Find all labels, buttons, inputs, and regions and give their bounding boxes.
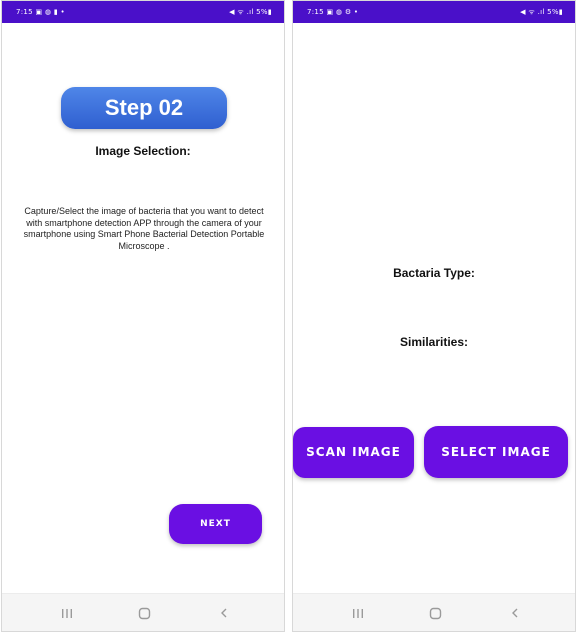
status-clock: 7:15 bbox=[307, 8, 324, 16]
instructions-text: Capture/Select the image of bacteria tha… bbox=[23, 206, 265, 251]
select-image-button[interactable]: SELECT IMAGE bbox=[424, 426, 568, 478]
scan-image-button[interactable]: SCAN IMAGE bbox=[293, 427, 414, 478]
navigation-bar bbox=[293, 593, 575, 631]
section-title: Image Selection: bbox=[95, 144, 191, 158]
home-icon[interactable] bbox=[134, 605, 154, 621]
notification-icons: ▣ ◍ ▮ • bbox=[35, 8, 65, 16]
status-bar: 7:15 ▣ ◍ ⚙ • ◀ ᯤ .ıl 5%▮ bbox=[293, 1, 575, 23]
back-icon[interactable] bbox=[214, 605, 234, 621]
system-status-icons: ◀ ᯤ .ıl 5%▮ bbox=[520, 8, 563, 16]
home-icon[interactable] bbox=[425, 605, 445, 621]
bacteria-type-label: Bactaria Type: bbox=[393, 266, 475, 280]
navigation-bar bbox=[2, 593, 284, 631]
phone-screen-scan: 7:15 ▣ ◍ ⚙ • ◀ ᯤ .ıl 5%▮ Bactaria Type: … bbox=[292, 0, 576, 632]
step-badge: Step 02 bbox=[61, 87, 227, 129]
back-icon[interactable] bbox=[505, 605, 525, 621]
recents-icon[interactable] bbox=[57, 605, 77, 621]
status-bar: 7:15 ▣ ◍ ▮ • ◀ ᯤ .ıl 5%▮ bbox=[2, 1, 284, 23]
status-clock: 7:15 bbox=[16, 8, 33, 16]
recents-icon[interactable] bbox=[348, 605, 368, 621]
phone-screen-step-02: 7:15 ▣ ◍ ▮ • ◀ ᯤ .ıl 5%▮ Step 02 Image S… bbox=[1, 0, 285, 632]
notification-icons: ▣ ◍ ⚙ • bbox=[326, 8, 359, 16]
similarities-label: Similarities: bbox=[399, 335, 469, 349]
status-time: 7:15 ▣ ◍ ▮ • bbox=[16, 8, 65, 16]
status-time: 7:15 ▣ ◍ ⚙ • bbox=[307, 8, 358, 16]
next-button[interactable]: NEXT bbox=[169, 504, 262, 544]
system-status-icons: ◀ ᯤ .ıl 5%▮ bbox=[229, 8, 272, 16]
